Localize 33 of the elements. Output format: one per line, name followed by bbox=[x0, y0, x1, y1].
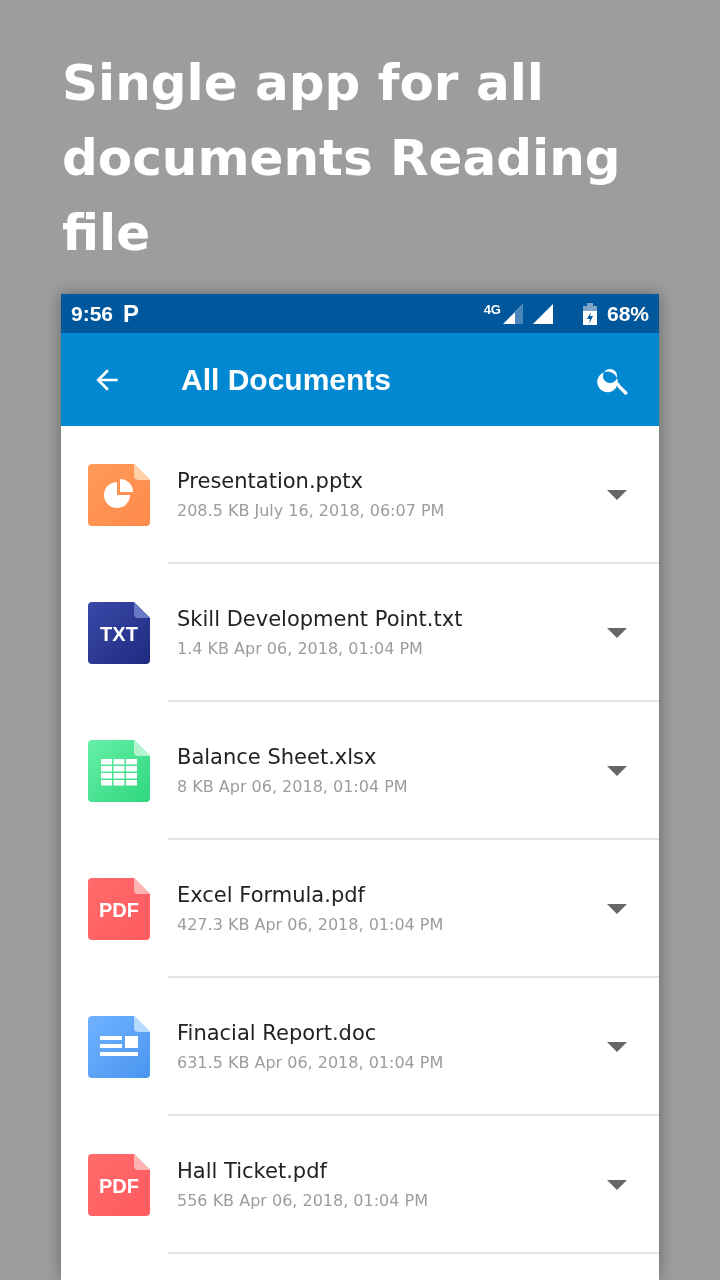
file-name[interactable]: Skill Development Point.txt bbox=[177, 606, 607, 631]
notification-letter: P bbox=[123, 299, 140, 328]
file-icon bbox=[88, 464, 150, 526]
signal-icon bbox=[532, 303, 553, 324]
file-icon: PDF bbox=[88, 1154, 150, 1216]
network-type: 4G bbox=[483, 302, 501, 317]
file-icon bbox=[88, 740, 150, 802]
file-details: 556 KB Apr 06, 2018, 01:04 PM bbox=[177, 1190, 429, 1210]
file-details: 427.3 KB Apr 06, 2018, 01:04 PM bbox=[177, 914, 445, 934]
dropdown-button[interactable] bbox=[607, 1042, 627, 1052]
signal-icon bbox=[502, 303, 523, 324]
dropdown-button[interactable] bbox=[607, 1180, 627, 1190]
headline: Single app for all documents Reading file bbox=[61, 53, 622, 264]
file-icon: TXT bbox=[88, 602, 150, 664]
file-name[interactable]: Hall Ticket.pdf bbox=[177, 1158, 607, 1183]
file-details: 1.4 KB Apr 06, 2018, 01:04 PM bbox=[177, 638, 424, 658]
file-name[interactable]: Presentation.pptx bbox=[177, 468, 607, 493]
dropdown-button[interactable] bbox=[607, 628, 627, 638]
dropdown-button[interactable] bbox=[607, 490, 627, 500]
time: 9:56 bbox=[71, 301, 114, 326]
dropdown-button[interactable] bbox=[607, 904, 627, 914]
file-name[interactable]: Balance Sheet.xlsx bbox=[177, 744, 607, 769]
file-details: 208.5 KB July 16, 2018, 06:07 PM bbox=[177, 500, 446, 520]
battery-level: 68% bbox=[606, 301, 649, 326]
file-name[interactable]: Excel Formula.pdf bbox=[177, 882, 607, 907]
file-details: 8 KB Apr 06, 2018, 01:04 PM bbox=[177, 776, 409, 796]
file-icon bbox=[88, 1016, 150, 1078]
file-icon: PDF bbox=[88, 878, 150, 940]
battery-icon bbox=[582, 302, 597, 325]
dropdown-button[interactable] bbox=[607, 766, 627, 776]
file-details: 631.5 KB Apr 06, 2018, 01:04 PM bbox=[177, 1052, 445, 1072]
file-name[interactable]: Finacial Report.doc bbox=[177, 1020, 607, 1045]
screen-title: All Documents bbox=[181, 362, 393, 397]
